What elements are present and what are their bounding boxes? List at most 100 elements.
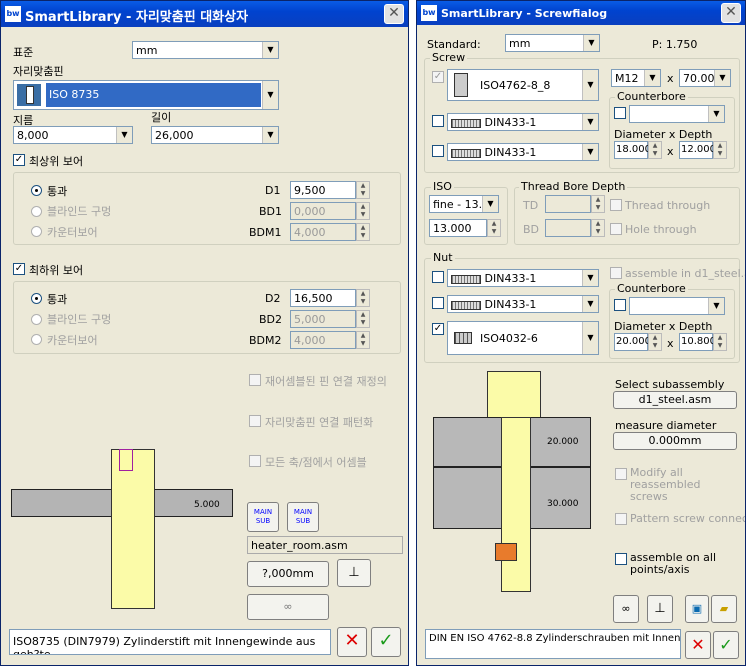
nut-depth-spinner[interactable]: ▲ ▼ — [713, 333, 727, 351]
reassemble-checkbox[interactable] — [249, 374, 261, 386]
cb-depth-spinner[interactable]: ▲ ▼ — [713, 141, 727, 159]
cb-diameter-input[interactable]: 18.000 — [614, 141, 651, 159]
screw3-select[interactable]: DIN433-1 ▼ — [447, 143, 599, 161]
chevron-down-icon: ▼ — [582, 144, 598, 160]
nut3-checkbox[interactable]: ✓ — [432, 323, 444, 335]
bd2-spinner[interactable]: ▲ ▼ — [356, 310, 370, 328]
main-sub-button-b[interactable]: MAIN SUB — [287, 502, 319, 532]
length-select[interactable]: 26,000 ▼ — [151, 126, 279, 144]
screw3-value: DIN433-1 — [484, 146, 537, 159]
pattern-screw-checkbox[interactable] — [615, 513, 627, 525]
nut-counterbore-checkbox[interactable] — [614, 299, 626, 311]
chevron-down-icon: ▼ — [582, 70, 598, 100]
d2-input[interactable]: 16,500 — [290, 289, 356, 307]
bottom-bore-checkbox[interactable]: ✓ — [13, 263, 25, 275]
nut2-select[interactable]: DIN433-1 ▼ — [447, 295, 599, 313]
length-select[interactable]: 70.000 ▼ — [679, 69, 731, 87]
left-cancel-button[interactable]: ✕ — [337, 627, 367, 657]
screw1-checkbox[interactable]: ✓ — [432, 71, 444, 83]
pattern-checkbox[interactable] — [249, 415, 261, 427]
bdm1-label: BDM1 — [249, 226, 282, 239]
bottom-counterbore-radio[interactable] — [31, 334, 42, 345]
bottom-blind-radio[interactable] — [31, 314, 42, 325]
screw2-checkbox[interactable] — [432, 115, 444, 127]
td-input[interactable] — [545, 195, 591, 213]
pitch-label: P: 1.750 — [652, 38, 698, 51]
nut1-select[interactable]: DIN433-1 ▼ — [447, 269, 599, 287]
bd-input[interactable] — [545, 219, 591, 237]
assemble-all-checkbox[interactable] — [615, 553, 627, 565]
nut-diameter-input[interactable]: 20.000 — [614, 333, 651, 351]
bottom-counterbore-label: 카운터보어 — [47, 334, 98, 347]
hole-through-checkbox[interactable] — [610, 223, 622, 235]
assembly-name: heater_room.asm — [247, 536, 403, 554]
chevron-down-icon: ▼ — [582, 270, 598, 286]
modify-reassembled-checkbox[interactable] — [615, 468, 627, 480]
nut-counterbore-label: Counterbore — [615, 282, 688, 295]
top-counterbore-radio[interactable] — [31, 226, 42, 237]
assemble-d1-checkbox[interactable] — [610, 267, 622, 279]
screw3-checkbox[interactable] — [432, 145, 444, 157]
iso-value-input[interactable]: 13.000 — [429, 219, 487, 237]
diameter-select[interactable]: 8,000 ▼ — [13, 126, 133, 144]
all-axes-checkbox[interactable] — [249, 455, 261, 467]
right-standard-select[interactable]: mm ▼ — [505, 34, 600, 52]
d2-spinner[interactable]: ▲ ▼ — [356, 289, 370, 307]
screw1-select[interactable]: ISO4762-8_8 ▼ — [447, 69, 599, 101]
pin-icon — [16, 83, 42, 107]
chevron-down-icon: ▼ — [708, 298, 724, 314]
select-sub-label: Select subassembly — [615, 378, 725, 391]
bdm1-input[interactable]: 4,000 — [290, 223, 356, 241]
main-sub-button-a[interactable]: MAIN SUB — [247, 502, 279, 532]
nut-icon — [454, 332, 472, 344]
top-through-label: 통과 — [47, 185, 68, 198]
bdm2-spinner[interactable]: ▲ ▼ — [356, 331, 370, 349]
nut-depth-input[interactable]: 10.800 — [679, 333, 716, 351]
part-select[interactable]: ISO 8735 ▼ — [13, 80, 279, 110]
top-through-radio[interactable] — [31, 185, 42, 196]
save-icon[interactable]: ▣ — [685, 595, 709, 623]
left-ok-button[interactable]: ✓ — [371, 627, 401, 657]
iso-spinner[interactable]: ▲ ▼ — [487, 219, 501, 237]
top-blind-radio[interactable] — [31, 206, 42, 217]
d1-input[interactable]: 9,500 — [290, 181, 356, 199]
open-folder-icon[interactable]: ▰ — [711, 595, 737, 623]
left-close-button[interactable]: ✕ — [384, 4, 404, 24]
counterbore-checkbox[interactable] — [614, 107, 626, 119]
bd-spinner[interactable]: ▲ ▼ — [591, 219, 605, 237]
iso-thread-select[interactable]: fine - 13.0 ▼ — [429, 195, 499, 213]
cb-diameter-spinner[interactable]: ▲ ▼ — [648, 141, 662, 159]
measure-tool-icon[interactable]: ⊥ — [337, 559, 371, 587]
nut2-checkbox[interactable] — [432, 297, 444, 309]
bd2-label: BD2 — [259, 313, 283, 326]
thread-through-checkbox[interactable] — [610, 199, 622, 211]
nut3-select[interactable]: ISO4032-6 ▼ — [447, 321, 599, 355]
iso-group-label: ISO — [431, 180, 454, 193]
counterbore-label: Counterbore — [615, 90, 688, 103]
d1-spinner[interactable]: ▲ ▼ — [356, 181, 370, 199]
cb-depth-input[interactable]: 12.000 — [679, 141, 716, 159]
glasses-icon[interactable]: ∞ — [247, 594, 329, 620]
standard-label: 표준 — [13, 46, 34, 59]
bdm1-spinner[interactable]: ▲ ▼ — [356, 223, 370, 241]
right-cancel-button[interactable]: ✕ — [685, 631, 711, 659]
right-ok-button[interactable]: ✓ — [713, 631, 739, 659]
screw2-select[interactable]: DIN433-1 ▼ — [447, 113, 599, 131]
nut-diameter-spinner[interactable]: ▲ ▼ — [648, 333, 662, 351]
nut-counterbore-select[interactable]: ▼ — [629, 297, 725, 315]
bottom-through-radio[interactable] — [31, 293, 42, 304]
nut1-checkbox[interactable] — [432, 271, 444, 283]
bd1-spinner[interactable]: ▲ ▼ — [356, 202, 370, 220]
top-bore-checkbox[interactable]: ✓ — [13, 154, 25, 166]
measure-tool-icon[interactable]: ⊥ — [647, 595, 673, 623]
size-select[interactable]: M12 ▼ — [611, 69, 661, 87]
bd1-input[interactable]: 0,000 — [290, 202, 356, 220]
glasses-icon[interactable]: ∞ — [613, 595, 639, 623]
td-spinner[interactable]: ▲ ▼ — [591, 195, 605, 213]
bd2-input[interactable]: 5,000 — [290, 310, 356, 328]
subassembly-button[interactable]: d1_steel.asm — [613, 391, 737, 409]
right-close-button[interactable]: ✕ — [721, 3, 741, 23]
bdm2-input[interactable]: 4,000 — [290, 331, 356, 349]
counterbore-select[interactable]: ▼ — [629, 105, 725, 123]
standard-select[interactable]: mm ▼ — [132, 41, 279, 59]
